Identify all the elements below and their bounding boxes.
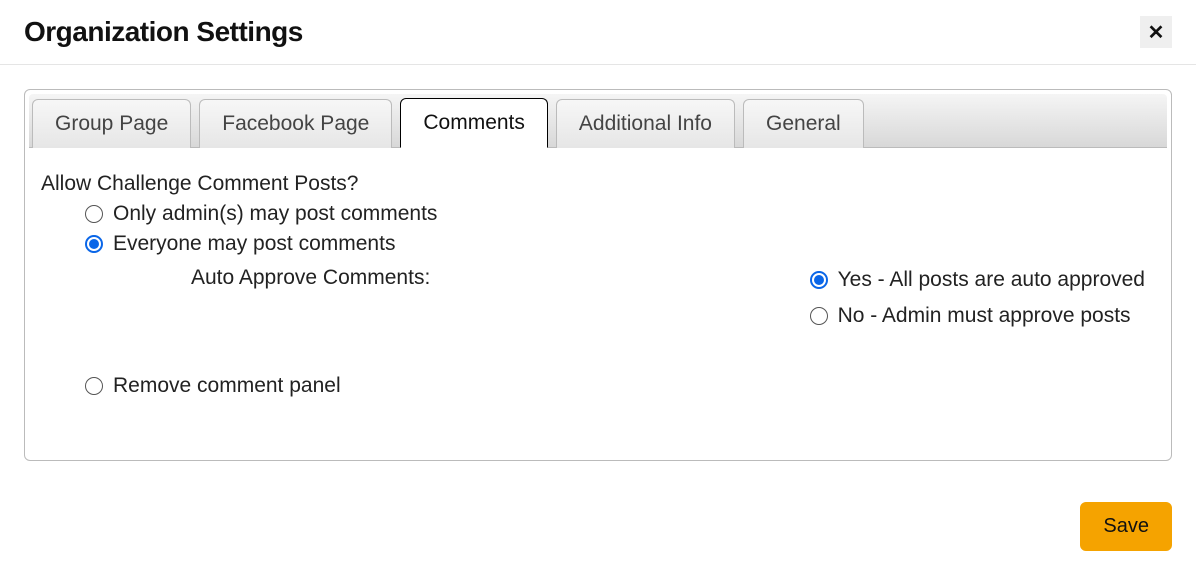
close-icon: ✕	[1148, 20, 1165, 45]
tab-bar: Group Page Facebook Page Comments Additi…	[29, 94, 1167, 148]
radio-everyone-label: Everyone may post comments	[113, 232, 395, 256]
modal-header: Organization Settings ✕	[0, 0, 1196, 65]
option-auto-yes[interactable]: Yes - All posts are auto approved	[810, 268, 1145, 292]
tab-comments[interactable]: Comments	[400, 98, 548, 148]
tab-group-page[interactable]: Group Page	[32, 99, 191, 148]
modal-footer: Save	[0, 494, 1196, 567]
radio-remove-panel[interactable]	[85, 377, 103, 395]
radio-everyone[interactable]	[85, 235, 103, 253]
radio-auto-yes-label: Yes - All posts are auto approved	[838, 268, 1145, 292]
radio-remove-panel-label: Remove comment panel	[113, 374, 341, 398]
tab-content-comments: Allow Challenge Comment Posts? Only admi…	[29, 148, 1167, 460]
auto-approve-row: Auto Approve Comments: Yes - All posts a…	[41, 264, 1155, 340]
radio-auto-yes[interactable]	[810, 271, 828, 289]
radio-auto-no-label: No - Admin must approve posts	[838, 304, 1131, 328]
tab-general[interactable]: General	[743, 99, 864, 148]
org-settings-modal: Organization Settings ✕ Group Page Faceb…	[0, 0, 1196, 567]
modal-body: Group Page Facebook Page Comments Additi…	[0, 65, 1196, 494]
radio-admin-only[interactable]	[85, 205, 103, 223]
tab-facebook-page[interactable]: Facebook Page	[199, 99, 392, 148]
auto-approve-options: Yes - All posts are auto approved No - A…	[810, 264, 1145, 340]
save-button[interactable]: Save	[1080, 502, 1172, 551]
option-auto-no[interactable]: No - Admin must approve posts	[810, 304, 1145, 328]
modal-title: Organization Settings	[24, 16, 303, 48]
radio-admin-only-label: Only admin(s) may post comments	[113, 202, 437, 226]
option-remove-panel[interactable]: Remove comment panel	[85, 374, 1155, 398]
tab-additional-info[interactable]: Additional Info	[556, 99, 735, 148]
tab-container: Group Page Facebook Page Comments Additi…	[24, 89, 1172, 461]
option-everyone[interactable]: Everyone may post comments	[85, 232, 1155, 256]
radio-auto-no[interactable]	[810, 307, 828, 325]
auto-approve-label: Auto Approve Comments:	[191, 264, 430, 290]
close-button[interactable]: ✕	[1140, 16, 1172, 48]
comments-question: Allow Challenge Comment Posts?	[41, 172, 1155, 196]
option-admin-only[interactable]: Only admin(s) may post comments	[85, 202, 1155, 226]
